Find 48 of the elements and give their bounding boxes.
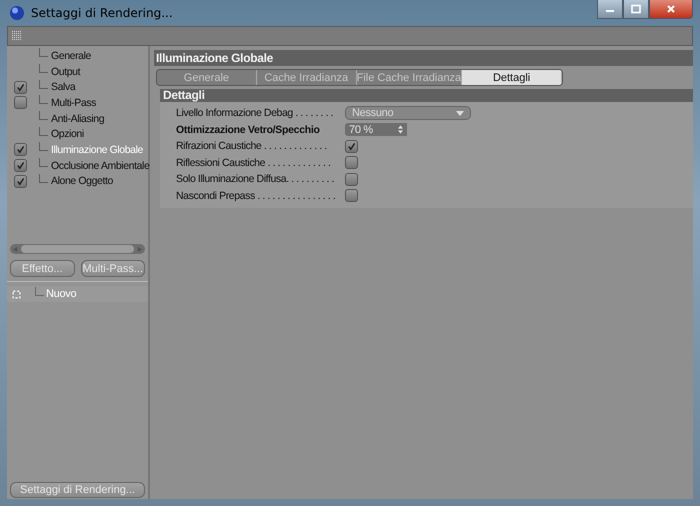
- checkbox[interactable]: [345, 172, 358, 186]
- tree-item[interactable]: Output: [51, 66, 80, 78]
- effect-item[interactable]: Nuovo: [46, 288, 76, 300]
- tree-item[interactable]: Salva: [51, 81, 76, 94]
- grip-icon[interactable]: [12, 31, 22, 41]
- app-logo-icon: [9, 5, 25, 21]
- tree-item[interactable]: Multi-Pass: [51, 96, 96, 109]
- maximize-icon: [631, 4, 641, 14]
- setting-label: Solo Illuminazione Diffusa. . . . . . . . . .: [176, 173, 336, 186]
- tab[interactable]: Generale: [157, 70, 257, 85]
- checkbox[interactable]: [14, 174, 26, 188]
- dashed-square-icon: [12, 290, 21, 298]
- checkbox[interactable]: [14, 80, 26, 94]
- tree-item[interactable]: Alone Oggetto: [51, 175, 113, 188]
- render-settings-button[interactable]: Settaggi di Rendering...: [10, 482, 145, 498]
- caret-icon: [456, 110, 464, 116]
- maximize-button[interactable]: [623, 0, 649, 19]
- setting-label: Rifrazioni Caustiche . . . . . . . . . . . . .: [176, 140, 328, 152]
- checkbox[interactable]: [345, 156, 358, 170]
- effect-button[interactable]: Multi-Pass...: [80, 260, 145, 277]
- dropdown[interactable]: Nessuno: [345, 106, 471, 120]
- checkbox[interactable]: [14, 143, 26, 156]
- section-header: Dettagli: [160, 89, 693, 102]
- setting-label: Ottimizzazione Vetro/Specchio: [176, 124, 321, 136]
- panel-title: Illuminazione Globale: [154, 50, 693, 66]
- minimize-icon: [606, 10, 614, 12]
- close-button[interactable]: [649, 0, 693, 19]
- tab[interactable]: Cache Irradianza: [256, 70, 357, 85]
- tab[interactable]: File Cache Irradianza: [356, 70, 462, 85]
- checkbox[interactable]: [345, 189, 358, 202]
- tree-item[interactable]: Illuminazione Globale: [51, 144, 143, 156]
- effect-button[interactable]: Effetto...: [10, 260, 74, 277]
- tab[interactable]: Dettagli: [462, 70, 562, 85]
- checkbox[interactable]: [14, 159, 26, 172]
- checkbox[interactable]: [14, 96, 26, 110]
- tree-item[interactable]: Occlusione Ambientale: [51, 160, 150, 172]
- checkbox[interactable]: [345, 140, 358, 153]
- spinner-arrows-icon: [398, 125, 403, 134]
- tree-item[interactable]: Opzioni: [51, 128, 84, 140]
- setting-label: Nascondi Prepass . . . . . . . . . . . . . . . .: [176, 190, 336, 202]
- number-field[interactable]: 70 %: [345, 123, 407, 136]
- setting-label: Riflessioni Caustiche . . . . . . . . . . . . .: [176, 156, 332, 169]
- window-title: Settaggi di Rendering...: [31, 6, 173, 20]
- tree-item[interactable]: Generale: [51, 50, 91, 62]
- close-icon: [667, 5, 675, 13]
- minimize-button[interactable]: [597, 0, 623, 19]
- setting-label: Livello Informazione Debag . . . . . . . .: [176, 107, 334, 120]
- tree-item[interactable]: Anti-Aliasing: [51, 112, 104, 125]
